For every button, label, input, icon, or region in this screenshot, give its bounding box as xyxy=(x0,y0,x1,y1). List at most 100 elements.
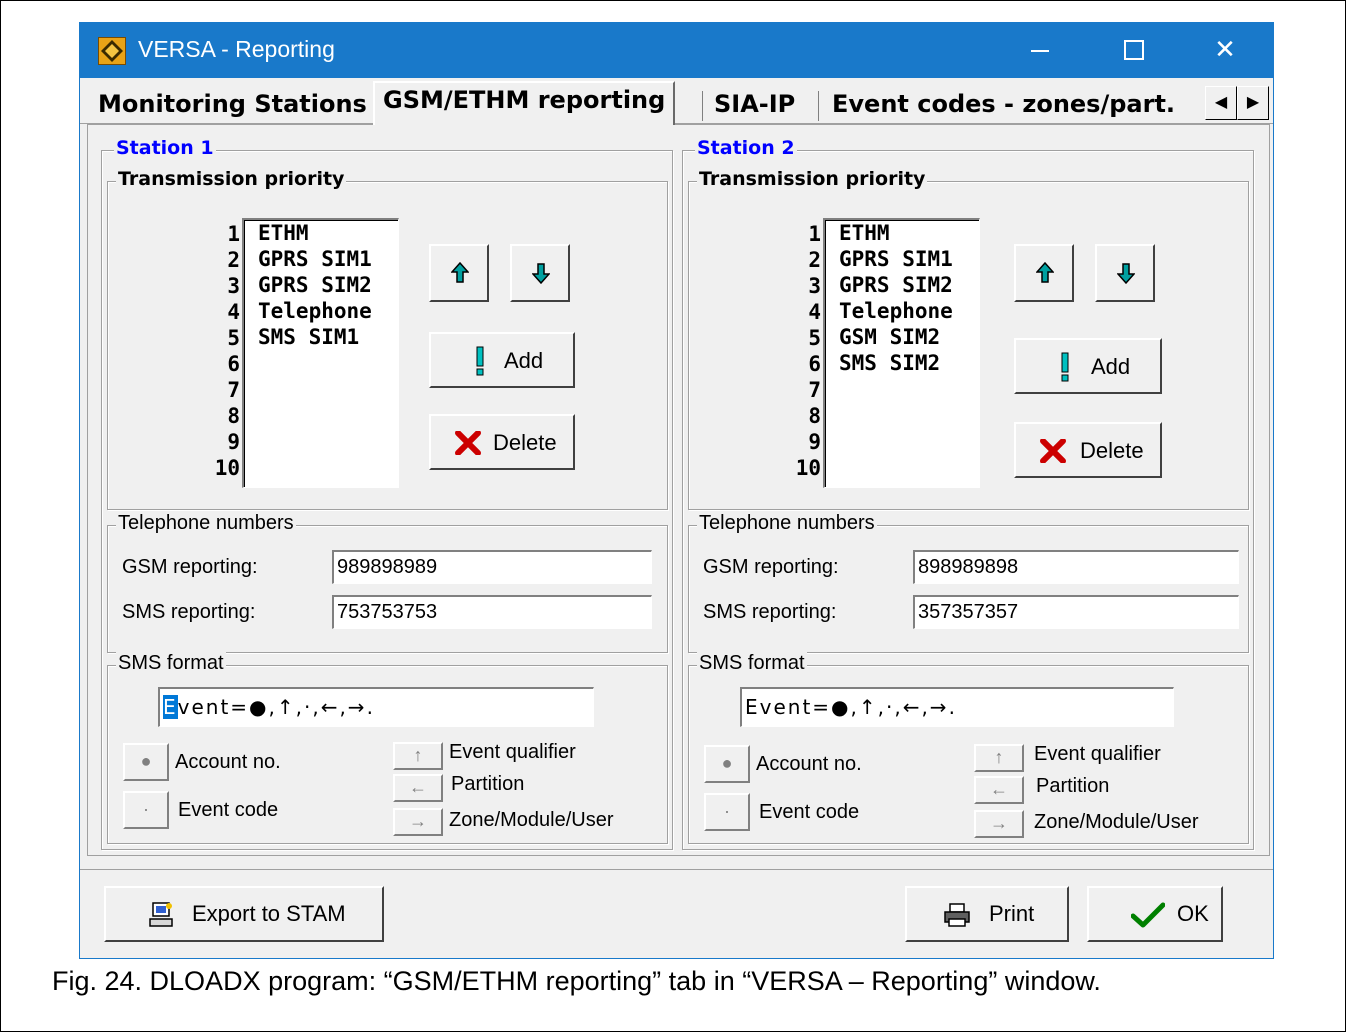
figure-caption: Fig. 24. DLOADX program: “GSM/ETHM repor… xyxy=(52,966,1101,996)
tab-scroll-right-button[interactable]: ▶ xyxy=(1237,86,1269,120)
station-1-priority-list[interactable]: ETHM GPRS SIM1 GPRS SIM2 Telephone SMS S… xyxy=(242,218,399,488)
priority-number: 10 xyxy=(795,456,821,480)
list-item[interactable]: GPRS SIM1 xyxy=(244,246,398,272)
list-item[interactable]: GPRS SIM1 xyxy=(825,246,979,272)
station-2-priority-group: Transmission priority 1 2 3 4 5 6 7 8 9 … xyxy=(688,168,1249,510)
list-item[interactable]: Telephone xyxy=(825,298,979,324)
priority-number: 5 xyxy=(227,326,240,350)
zone-module-user-label: Zone/Module/User xyxy=(449,809,614,831)
printer-icon xyxy=(944,903,970,927)
arrow-left-icon: ← xyxy=(409,777,427,797)
print-button[interactable]: Print xyxy=(905,886,1069,942)
sms-reporting-label: SMS reporting: xyxy=(703,601,837,623)
station-2-sms-format-group: SMS format Event=●,↑,·,←,→. ● Account no… xyxy=(688,652,1249,844)
checkmark-icon xyxy=(1131,902,1165,928)
exclamation-icon xyxy=(476,346,484,376)
minimize-button[interactable] xyxy=(1007,23,1071,78)
list-item[interactable]: GSM SIM2 xyxy=(825,324,979,350)
list-item[interactable]: SMS SIM1 xyxy=(244,324,398,350)
maximize-button[interactable] xyxy=(1101,23,1165,78)
close-button[interactable]: ✕ xyxy=(1193,23,1257,78)
title-bar: VERSA - Reporting ✕ xyxy=(80,23,1273,78)
delete-button-label: Delete xyxy=(493,430,557,455)
export-to-stam-button[interactable]: Export to STAM xyxy=(104,886,384,942)
station-1-phone-group: Telephone numbers GSM reporting: 9898989… xyxy=(107,512,668,653)
station-2-gsm-number-input[interactable]: 898989898 xyxy=(913,550,1239,584)
station-2-sms-number-input[interactable]: 357357357 xyxy=(913,595,1239,629)
tab-event-codes[interactable]: Event codes - zones/part. xyxy=(824,87,1183,122)
print-label: Print xyxy=(989,901,1035,926)
priority-number: 3 xyxy=(808,274,821,298)
versa-reporting-window: VERSA - Reporting ✕ Monitoring Stations … xyxy=(79,22,1274,959)
station-2-move-down-button[interactable] xyxy=(1095,244,1155,302)
station-1-title: Station 1 xyxy=(114,137,216,159)
add-button-label: Add xyxy=(1091,354,1131,379)
insert-account-button[interactable]: ● xyxy=(704,745,750,783)
close-icon: ✕ xyxy=(1214,34,1236,64)
insert-partition-button[interactable]: ← xyxy=(974,776,1024,804)
delete-button-label: Delete xyxy=(1080,438,1144,463)
insert-zone-button[interactable]: → xyxy=(974,810,1024,838)
list-item[interactable]: GPRS SIM2 xyxy=(825,272,979,298)
event-code-label: Event code xyxy=(759,801,860,823)
priority-number: 7 xyxy=(808,378,821,402)
account-no-label: Account no. xyxy=(175,751,281,773)
station-1-add-button[interactable]: Add xyxy=(429,332,575,388)
event-qualifier-label: Event qualifier xyxy=(1034,743,1161,765)
insert-event-code-button[interactable]: · xyxy=(704,793,750,831)
station-2-delete-button[interactable]: Delete xyxy=(1014,422,1162,478)
partition-label: Partition xyxy=(451,773,525,795)
list-item[interactable]: ETHM xyxy=(244,220,398,246)
tab-monitoring-stations[interactable]: Monitoring Stations xyxy=(90,87,375,122)
dot-icon: ● xyxy=(721,753,733,773)
tab-gsm-ethm-reporting[interactable]: GSM/ETHM reporting xyxy=(373,81,676,125)
tab-separator xyxy=(702,91,703,121)
station-2-sms-format-title: SMS format xyxy=(697,652,807,675)
sms-format-text: vent=●,↑,·,←,→. xyxy=(177,695,375,719)
station-2-phone-title: Telephone numbers xyxy=(697,512,877,535)
station-2-add-button[interactable]: Add xyxy=(1014,338,1162,394)
list-item[interactable]: GPRS SIM2 xyxy=(244,272,398,298)
zone-module-user-label: Zone/Module/User xyxy=(1034,811,1199,833)
sms-format-first-char: E xyxy=(745,695,760,719)
insert-qualifier-button[interactable]: ↑ xyxy=(393,742,443,770)
station-1-priority-group: Transmission priority 1 2 3 4 5 6 7 8 9 … xyxy=(107,168,668,510)
ok-button[interactable]: OK xyxy=(1087,886,1223,942)
triangle-right-icon: ▶ xyxy=(1246,94,1260,111)
station-2-move-up-button[interactable] xyxy=(1014,244,1074,302)
station-2-sms-format-input[interactable]: Event=●,↑,·,←,→. xyxy=(740,687,1174,727)
station-1-move-up-button[interactable] xyxy=(429,244,489,302)
arrow-down-icon xyxy=(1117,263,1135,284)
list-item[interactable]: ETHM xyxy=(825,220,979,246)
minimize-icon xyxy=(1031,50,1049,52)
station-1-gsm-number-input[interactable]: 989898989 xyxy=(332,550,652,584)
gsm-reporting-label: GSM reporting: xyxy=(122,556,258,578)
station-1-phone-title: Telephone numbers xyxy=(116,512,296,535)
priority-number: 4 xyxy=(808,300,821,324)
tab-scroll-left-button[interactable]: ◀ xyxy=(1205,86,1237,120)
list-item[interactable]: SMS SIM2 xyxy=(825,350,979,376)
insert-zone-button[interactable]: → xyxy=(393,808,443,836)
delete-x-icon xyxy=(1040,439,1066,463)
insert-event-code-button[interactable]: · xyxy=(123,791,169,829)
small-dot-icon: · xyxy=(143,799,149,819)
export-to-stam-label: Export to STAM xyxy=(192,901,346,926)
station-1-sms-format-input[interactable]: Event=●,↑,·,←,→. xyxy=(158,687,594,727)
insert-partition-button[interactable]: ← xyxy=(393,774,443,802)
tab-content: Station 1 Transmission priority 1 2 3 4 … xyxy=(87,124,1270,856)
insert-qualifier-button[interactable]: ↑ xyxy=(974,744,1024,772)
list-item[interactable]: Telephone xyxy=(244,298,398,324)
priority-number: 1 xyxy=(227,222,240,246)
station-2-priority-list[interactable]: ETHM GPRS SIM1 GPRS SIM2 Telephone GSM S… xyxy=(823,218,980,488)
tab-separator xyxy=(818,91,819,121)
insert-account-button[interactable]: ● xyxy=(123,743,169,781)
sms-format-text: vent=●,↑,·,←,→. xyxy=(759,695,957,719)
button-bar: Export to STAM Print OK xyxy=(80,869,1273,959)
arrow-right-icon: → xyxy=(409,811,427,831)
station-1-delete-button[interactable]: Delete xyxy=(429,414,575,470)
tab-sia-ip[interactable]: SIA-IP xyxy=(706,87,803,122)
station-1-sms-number-input[interactable]: 753753753 xyxy=(332,595,652,629)
selected-char: E xyxy=(163,695,178,719)
station-1-move-down-button[interactable] xyxy=(510,244,570,302)
maximize-icon xyxy=(1124,40,1144,60)
